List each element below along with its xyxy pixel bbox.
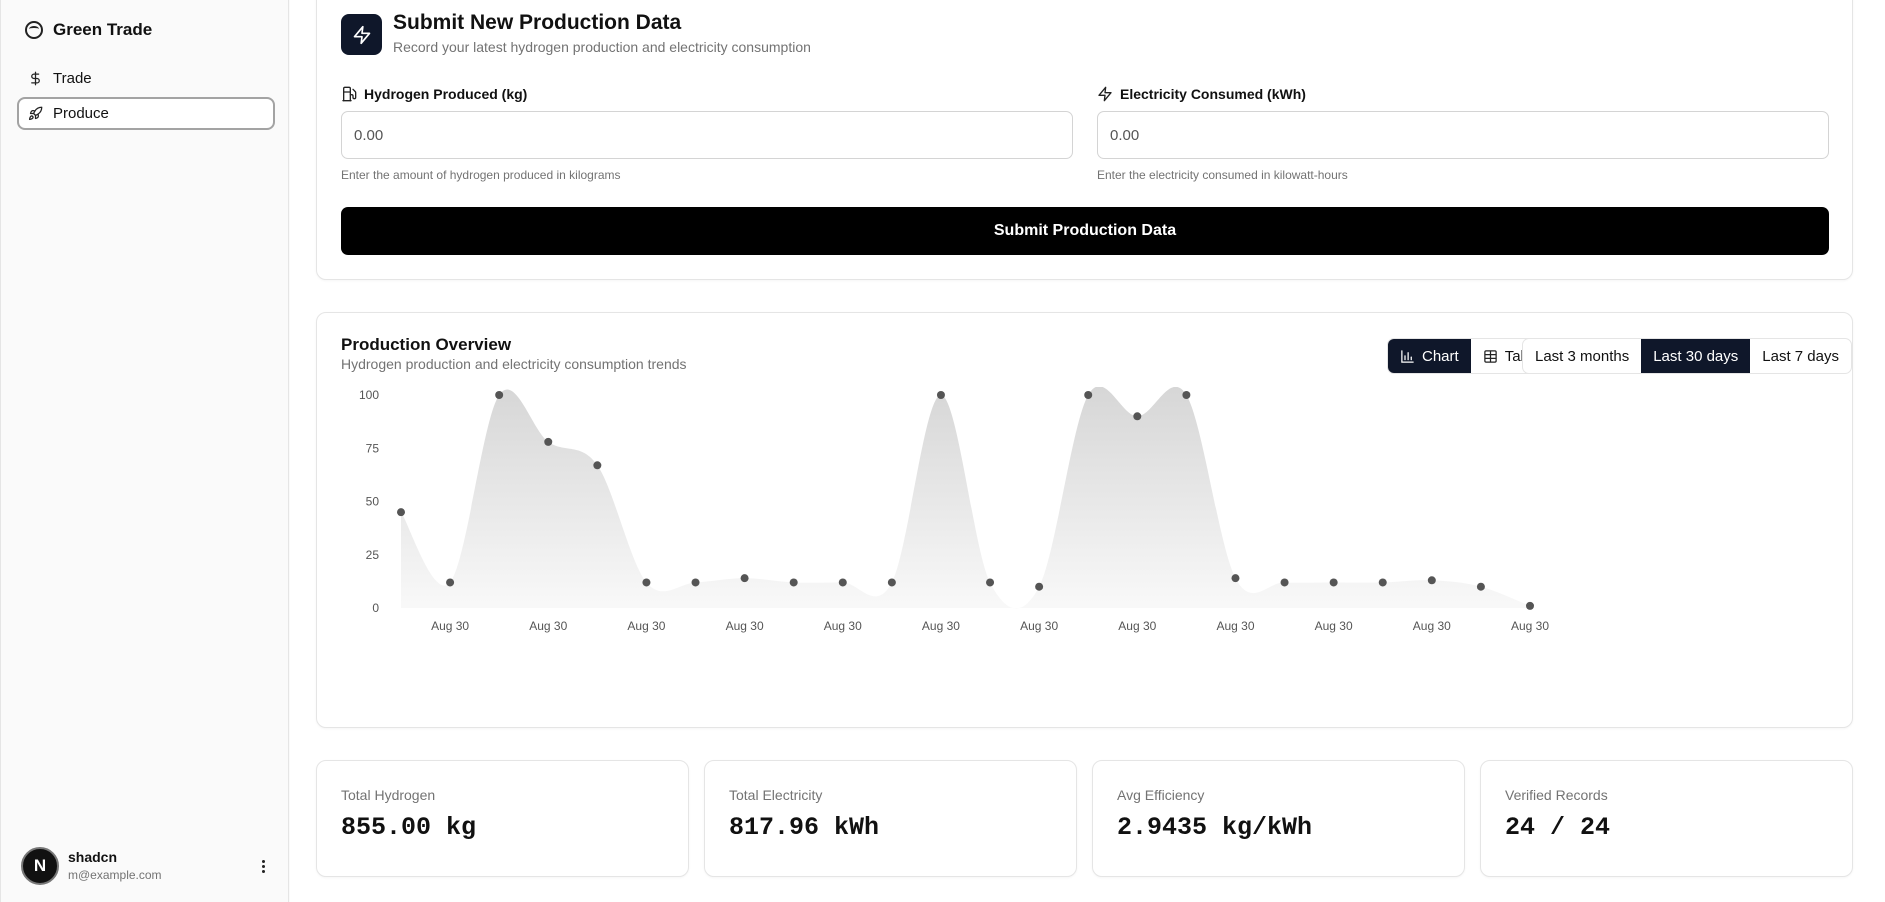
stat-value: 24 / 24	[1505, 813, 1611, 842]
x-tick-label: Aug 30	[1315, 619, 1353, 633]
data-point[interactable]	[740, 574, 749, 583]
more-vertical-icon[interactable]	[253, 851, 273, 881]
avatar: N	[21, 847, 59, 885]
brand[interactable]: Green Trade	[25, 20, 152, 40]
user-name: shadcn	[68, 849, 118, 865]
stat-value: 2.9435 kg/kWh	[1117, 813, 1313, 842]
data-point[interactable]	[1035, 582, 1044, 591]
submit-title: Submit New Production Data	[393, 11, 682, 34]
stat-total-hydrogen: Total Hydrogen 855.00 kg	[316, 760, 689, 877]
stat-total-electricity: Total Electricity 817.96 kWh	[704, 760, 1077, 877]
x-tick-label: Aug 30	[1413, 619, 1451, 633]
fuel-icon	[342, 86, 357, 102]
electricity-label: Electricity Consumed (kWh)	[1097, 86, 1306, 102]
x-tick-label: Aug 30	[1216, 619, 1254, 633]
stat-value: 817.96 kWh	[729, 813, 880, 842]
rocket-icon	[28, 106, 43, 121]
sidebar-item-label: Trade	[53, 70, 92, 87]
data-point[interactable]	[1133, 412, 1142, 421]
y-tick-label: 50	[366, 495, 380, 509]
submit-subtitle: Record your latest hydrogen production a…	[393, 39, 811, 55]
zap-icon	[341, 14, 382, 55]
data-point[interactable]	[691, 578, 700, 587]
electricity-help: Enter the electricity consumed in kilowa…	[1097, 168, 1348, 182]
sidebar-item-label: Produce	[53, 105, 109, 122]
data-point[interactable]	[397, 508, 405, 517]
x-tick-label: Aug 30	[1511, 619, 1549, 633]
user-menu[interactable]: N shadcn m@example.com	[21, 846, 273, 886]
x-tick-label: Aug 30	[1020, 619, 1058, 633]
data-point[interactable]	[1231, 574, 1240, 583]
user-email: m@example.com	[68, 868, 162, 882]
x-tick-label: Aug 30	[726, 619, 764, 633]
x-tick-label: Aug 30	[431, 619, 469, 633]
data-point[interactable]	[544, 437, 553, 446]
hydrogen-help: Enter the amount of hydrogen produced in…	[341, 168, 621, 182]
data-point[interactable]	[495, 391, 504, 399]
stat-label: Total Hydrogen	[341, 787, 436, 803]
submit-card: Submit New Production Data Record your l…	[316, 0, 1853, 280]
data-point[interactable]	[1182, 391, 1191, 399]
x-tick-label: Aug 30	[1118, 619, 1156, 633]
main-content: Submit New Production Data Record your l…	[290, 0, 1885, 902]
stat-label: Avg Efficiency	[1117, 787, 1205, 803]
y-tick-label: 25	[366, 548, 380, 562]
electricity-input[interactable]	[1097, 111, 1829, 159]
y-tick-label: 100	[359, 388, 379, 402]
data-point[interactable]	[1526, 601, 1534, 610]
data-point[interactable]	[446, 578, 455, 587]
data-point[interactable]	[887, 578, 896, 587]
y-tick-label: 0	[372, 601, 379, 615]
y-tick-label: 75	[366, 441, 380, 455]
production-overview-card: Production Overview Hydrogen production …	[316, 312, 1853, 728]
stat-avg-efficiency: Avg Efficiency 2.9435 kg/kWh	[1092, 760, 1465, 877]
x-tick-label: Aug 30	[627, 619, 665, 633]
logo-icon	[25, 21, 43, 39]
data-point[interactable]	[1280, 578, 1289, 587]
data-point[interactable]	[1476, 582, 1485, 591]
x-tick-label: Aug 30	[529, 619, 567, 633]
hydrogen-input[interactable]	[341, 111, 1073, 159]
sidebar: Green Trade Trade Produce N shadcn m@exa…	[0, 0, 289, 902]
data-point[interactable]	[593, 461, 602, 470]
stat-verified-records: Verified Records 24 / 24	[1480, 760, 1853, 877]
stat-label: Verified Records	[1505, 787, 1608, 803]
data-point[interactable]	[1329, 578, 1338, 587]
data-point[interactable]	[936, 391, 945, 399]
data-point[interactable]	[1378, 578, 1387, 587]
brand-name: Green Trade	[53, 20, 153, 39]
submit-production-button[interactable]: Submit Production Data	[341, 207, 1829, 255]
hydrogen-label: Hydrogen Produced (kg)	[341, 86, 527, 102]
zap-icon	[1098, 86, 1112, 102]
area-series	[401, 387, 1530, 609]
stat-value: 855.00 kg	[341, 813, 477, 842]
data-point[interactable]	[838, 578, 847, 587]
x-tick-label: Aug 30	[922, 619, 960, 633]
data-point[interactable]	[1427, 576, 1436, 585]
data-point[interactable]	[1084, 391, 1093, 399]
data-point[interactable]	[642, 578, 651, 587]
sidebar-item-produce[interactable]: Produce	[17, 97, 275, 130]
data-point[interactable]	[789, 578, 798, 587]
x-tick-label: Aug 30	[824, 619, 862, 633]
production-chart: 0 25 50 75 100 Aug 30 Aug 30 Aug 30 Aug 30 Aug 30…	[359, 387, 1549, 633]
data-point[interactable]	[986, 578, 995, 587]
stat-label: Total Electricity	[729, 787, 823, 803]
dollar-icon	[31, 71, 40, 86]
sidebar-item-trade[interactable]: Trade	[17, 62, 275, 95]
